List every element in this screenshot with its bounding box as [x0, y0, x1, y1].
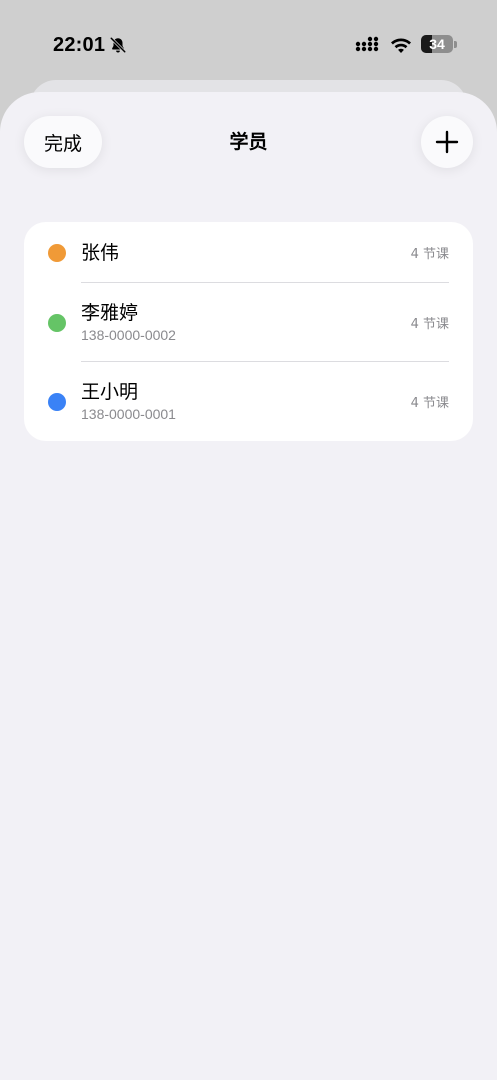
- student-name: 王小明: [81, 381, 139, 403]
- student-phone: 138-0000-0002: [81, 327, 176, 343]
- add-student-button[interactable]: [421, 116, 473, 168]
- student-row-zhang-wei[interactable]: 张伟 4 节课: [24, 222, 473, 283]
- bell-slash-icon: [109, 36, 127, 54]
- student-text: 张伟: [81, 241, 411, 265]
- student-name: 张伟: [81, 241, 120, 264]
- student-phone: 138-0000-0001: [81, 406, 176, 422]
- status-icons: 34: [355, 34, 457, 54]
- student-text: 李雅婷 138-0000-0002: [81, 301, 411, 344]
- student-color-dot: [48, 313, 66, 332]
- student-text: 王小明 138-0000-0001: [81, 380, 411, 423]
- student-row-li-yating[interactable]: 李雅婷 138-0000-0002 4 节课: [24, 283, 473, 362]
- cellular-signal-icon: [355, 36, 379, 52]
- wifi-icon: [391, 38, 411, 53]
- plus-icon: [435, 130, 459, 154]
- battery-cap: [454, 40, 457, 48]
- status-time: 22:01: [53, 34, 106, 56]
- student-list: 张伟 4 节课 李雅婷 138-0000-0002 4 节课 王小明 138-0…: [24, 222, 473, 441]
- battery-level: 34: [429, 36, 445, 52]
- lesson-count: 4 节课: [410, 396, 449, 411]
- students-sheet: 完成 学员 张伟 4 节课 李雅婷 138-0000-0002 4 节课 王小明…: [0, 92, 497, 1080]
- battery-body: 34: [421, 35, 454, 53]
- student-row-wang-xiaoming[interactable]: 王小明 138-0000-0001 4 节课: [24, 362, 473, 441]
- battery-icon: 34: [421, 34, 457, 54]
- student-color-dot: [48, 243, 66, 262]
- status-bar: 22:01 34: [0, 0, 497, 92]
- lesson-count: 4 节课: [410, 317, 449, 332]
- student-color-dot: [48, 392, 66, 411]
- time-group: 22:01: [53, 33, 127, 57]
- lesson-count: 4 节课: [410, 247, 449, 262]
- student-name: 李雅婷: [81, 302, 139, 324]
